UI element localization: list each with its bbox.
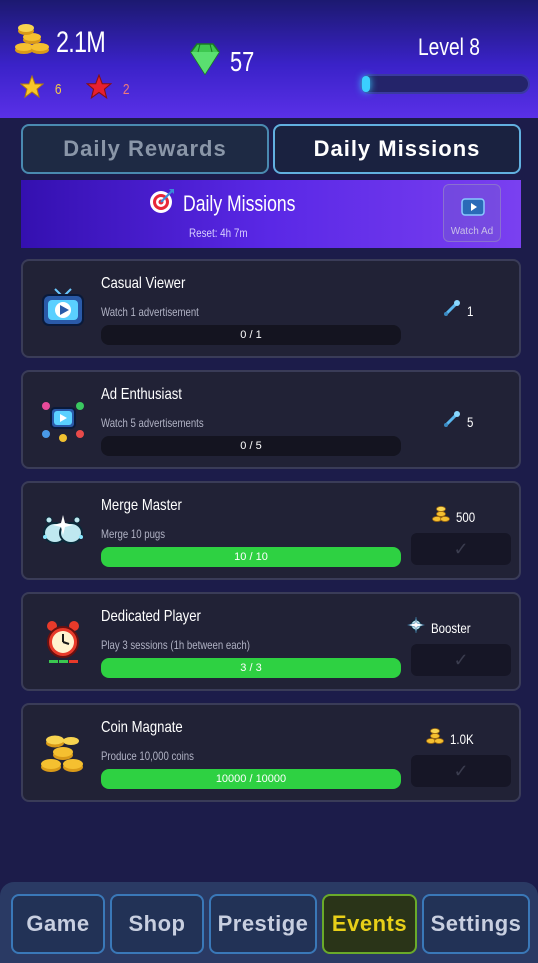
level-label: Level 8 (418, 34, 480, 61)
nav-shop[interactable]: Shop (110, 894, 204, 954)
mission-progress-bar: 0 / 1 (101, 325, 401, 345)
mission-card-merge-master: Merge Master Merge 10 pugs 10 / 10 500 ✓ (21, 481, 521, 580)
stars-counter: 6 2 (19, 73, 155, 105)
reward-value: 5 (467, 413, 474, 430)
merge-paws-icon (39, 507, 87, 555)
nav-settings[interactable]: Settings (422, 894, 530, 954)
tv-icon (461, 197, 485, 222)
alarm-clock-icon (39, 618, 87, 666)
coin-counter: 2.1M (14, 22, 119, 63)
reset-timer: Reset: 4h 7m (189, 226, 248, 240)
mission-description: Watch 5 advertisements (101, 416, 204, 430)
red-stars-value: 2 (123, 81, 130, 98)
mission-progress-text: 0 / 1 (240, 329, 262, 341)
mission-progress-text: 10000 / 10000 (215, 773, 287, 785)
mission-name: Dedicated Player (101, 608, 201, 625)
mission-name: Casual Viewer (101, 275, 186, 292)
mission-name: Coin Magnate (101, 719, 183, 736)
mission-name: Ad Enthusiast (101, 386, 182, 403)
level-progress-bar (360, 74, 530, 94)
mission-card-casual-viewer: Casual Viewer Watch 1 advertisement 0 / … (21, 259, 521, 358)
reward-value: 1.0K (450, 730, 474, 747)
tool-icon (443, 299, 461, 322)
mission-card-dedicated-player: Dedicated Player Play 3 sessions (1h bet… (21, 592, 521, 691)
mission-description: Watch 1 advertisement (101, 305, 199, 319)
mission-reward: 500 (431, 505, 479, 528)
nav-game[interactable]: Game (11, 894, 105, 954)
mission-reward: Booster (406, 616, 479, 639)
gold-star-icon (19, 74, 45, 104)
ad-tvs-icon (39, 396, 87, 444)
coin-pile-icon (39, 729, 87, 777)
mission-progress-bar: 10000 / 10000 (101, 769, 401, 789)
reward-value: 1 (467, 302, 474, 319)
red-star-icon (85, 73, 113, 105)
mission-description: Play 3 sessions (1h between each) (101, 638, 250, 652)
watch-ad-button[interactable]: Watch Ad (443, 184, 501, 242)
coins-value: 2.1M (56, 25, 106, 59)
mission-progress-text: 3 / 3 (240, 662, 262, 674)
claim-button[interactable]: ✓ (411, 533, 511, 565)
tool-icon (443, 410, 461, 433)
top-status-bar: 2.1M 6 2 57 Level 8 (0, 0, 538, 118)
banner-title-text: Daily Missions (183, 191, 296, 216)
mission-name: Merge Master (101, 497, 182, 514)
mission-progress-bar: 10 / 10 (101, 547, 401, 567)
claim-button[interactable]: ✓ (411, 644, 511, 676)
mission-description: Merge 10 pugs (101, 527, 166, 541)
missions-banner: Daily Missions Reset: 4h 7m Watch Ad (21, 180, 521, 248)
gem-counter: 57 (188, 42, 261, 81)
mission-description: Produce 10,000 coins (101, 749, 194, 763)
gems-value: 57 (230, 45, 255, 77)
reward-value: 500 (455, 508, 475, 525)
coins-icon (426, 727, 445, 750)
tab-daily-rewards[interactable]: Daily Rewards (21, 124, 269, 174)
banner-title: Daily Missions (149, 188, 324, 220)
gem-icon (188, 42, 222, 81)
mission-progress-text: 10 / 10 (234, 551, 268, 563)
mission-reward: 1.0K (426, 727, 479, 750)
coins-icon (14, 22, 50, 63)
bottom-navigation: Game Shop Prestige Events Settings (0, 882, 538, 963)
reward-value: Booster (430, 619, 471, 636)
mission-progress-text: 0 / 5 (240, 440, 262, 452)
watch-ad-label: Watch Ad (450, 226, 494, 237)
claim-button[interactable]: ✓ (411, 755, 511, 787)
mission-reward: 5 (443, 410, 475, 433)
mission-progress-bar: 0 / 5 (101, 436, 401, 456)
coins-icon (431, 505, 450, 528)
nav-events[interactable]: Events (322, 894, 417, 954)
target-icon (149, 188, 175, 220)
nav-prestige[interactable]: Prestige (209, 894, 317, 954)
mission-card-coin-magnate: Coin Magnate Produce 10,000 coins 10000 … (21, 703, 521, 802)
gold-stars-value: 6 (54, 81, 62, 98)
booster-icon (406, 616, 425, 639)
tab-daily-missions[interactable]: Daily Missions (273, 124, 521, 174)
mission-reward: 1 (443, 299, 475, 322)
mission-progress-bar: 3 / 3 (101, 658, 401, 678)
level-progress-fill (362, 76, 370, 92)
tv-play-icon (39, 285, 87, 333)
mission-card-ad-enthusiast: Ad Enthusiast Watch 5 advertisements 0 /… (21, 370, 521, 469)
